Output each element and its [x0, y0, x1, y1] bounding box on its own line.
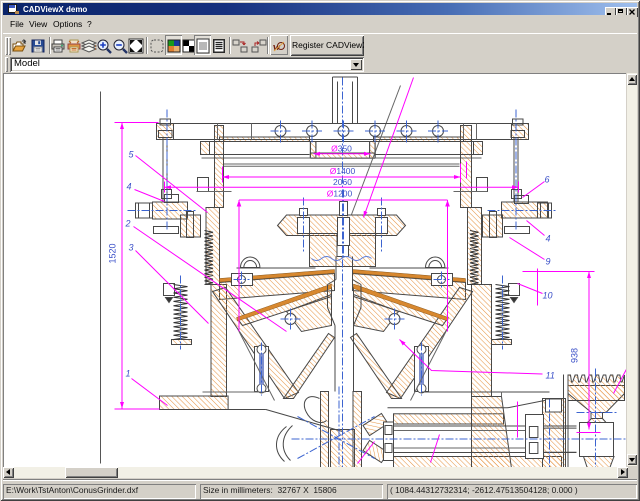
svg-text:938: 938	[570, 348, 580, 363]
svg-text:Ø1400: Ø1400	[330, 166, 356, 176]
svg-text:4: 4	[127, 182, 132, 192]
svg-text:4: 4	[546, 234, 551, 244]
svg-text:5: 5	[129, 150, 135, 160]
svg-text:10: 10	[543, 291, 553, 301]
svg-text:6: 6	[545, 175, 550, 185]
svg-text:2060: 2060	[333, 177, 352, 187]
svg-text:Ø350: Ø350	[331, 144, 352, 154]
svg-text:2: 2	[125, 219, 131, 229]
svg-text:3: 3	[129, 243, 134, 253]
svg-text:1: 1	[126, 369, 131, 379]
svg-text:Ø1200: Ø1200	[327, 189, 353, 199]
svg-text:11: 11	[546, 371, 555, 381]
svg-text:1520: 1520	[108, 243, 118, 263]
svg-text:9: 9	[546, 257, 551, 267]
